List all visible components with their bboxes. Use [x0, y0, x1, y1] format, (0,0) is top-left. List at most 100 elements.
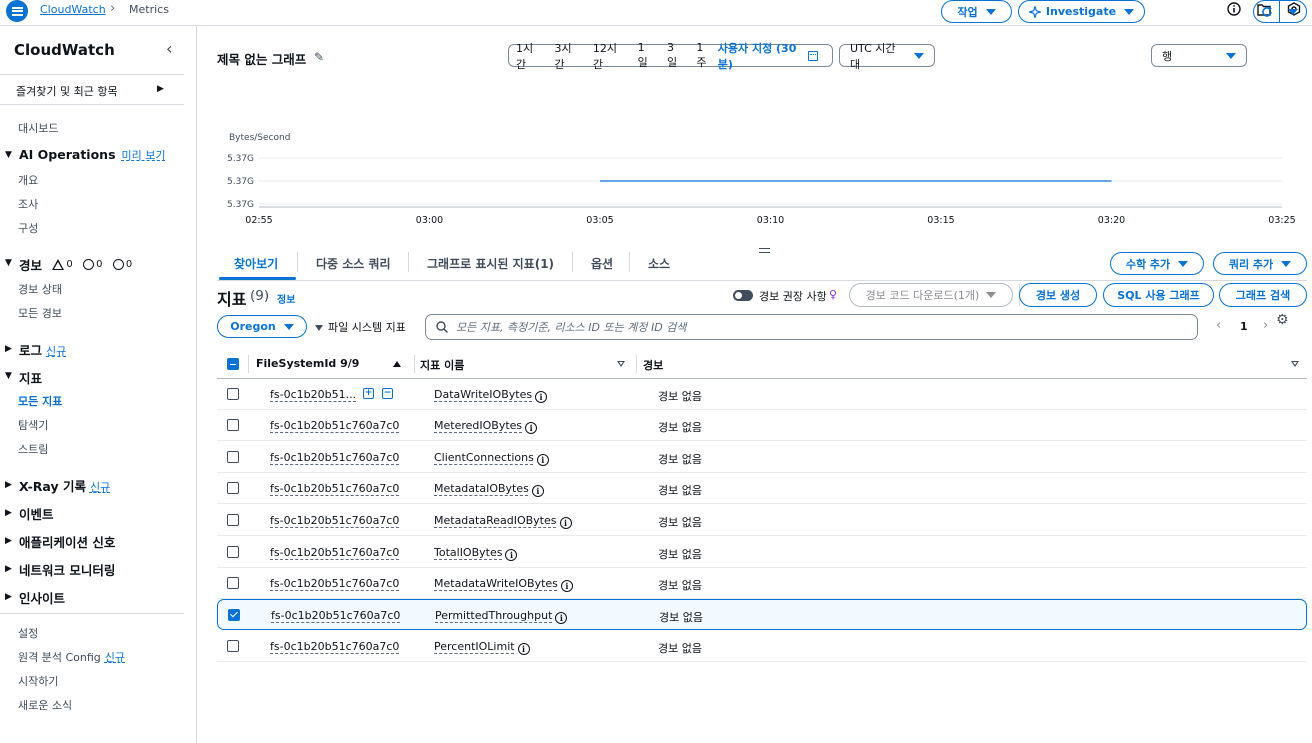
metric-name-link[interactable]: PercentIOLimit i	[434, 640, 530, 655]
sort-icon[interactable]	[1291, 361, 1299, 367]
calendar-icon[interactable]	[807, 50, 818, 61]
sidebar-item-getting-started[interactable]: 시작하기	[18, 673, 58, 689]
region-select[interactable]: Oregon	[217, 315, 307, 338]
tab-multi-source-query[interactable]: 다중 소스 쿼리	[316, 255, 391, 272]
sidebar-group-alarms[interactable]: 경보 0 0 0	[19, 255, 132, 274]
create-alarm-button[interactable]: 경보 생성	[1019, 283, 1097, 307]
collapse-sidebar-icon[interactable]: ‹	[166, 39, 172, 58]
filesystem-id-link[interactable]: fs-0c1b20b51c760a7c0	[270, 577, 399, 590]
row-checkbox[interactable]	[227, 451, 239, 463]
sidebar-group-xray[interactable]: X-Ray 기록 신규	[19, 476, 110, 495]
table-row[interactable]: fs-0c1b20b51c760a7c0 MetadataWriteIOBytes…	[217, 568, 1307, 599]
table-row[interactable]: fs-0c1b20b51c760a7c0 MetadataReadIOBytes i…	[217, 505, 1307, 536]
info-icon[interactable]: i	[536, 454, 549, 466]
time-range-12h[interactable]: 12시간	[593, 40, 624, 72]
exclude-dimension-filter-icon[interactable]: −	[382, 388, 393, 399]
sidebar-item-alarm-state[interactable]: 경보 상태	[18, 281, 62, 297]
metric-name-link[interactable]: MetadataWriteIOBytes i	[434, 577, 573, 592]
add-query-button[interactable]: 쿼리 추가	[1213, 252, 1307, 275]
tab-browse[interactable]: 찾아보기	[234, 255, 278, 272]
row-checkbox[interactable]	[227, 640, 239, 652]
info-icon[interactable]: i	[531, 485, 544, 497]
breadcrumb-cloudwatch-link[interactable]: CloudWatch	[40, 3, 106, 16]
sidebar-group-metrics[interactable]: 지표	[19, 368, 42, 387]
caret-right-icon[interactable]: ▶	[5, 564, 12, 574]
metric-name-link[interactable]: PermittedThroughput i	[435, 609, 568, 624]
time-range-3d[interactable]: 3일	[667, 41, 682, 70]
table-row[interactable]: fs-0c1b20b51c760a7c0 MeteredIOBytes i 경보 없음	[217, 410, 1307, 441]
table-row[interactable]: fs-0c1b20b51c760a7c0 TotalIOBytes i 경보 없음	[217, 537, 1307, 568]
edit-title-icon[interactable]: ✎	[314, 50, 324, 64]
sidebar-item-investigations[interactable]: 조사	[18, 196, 38, 212]
sidebar-item-overview[interactable]: 개요	[18, 172, 38, 188]
time-range-1w[interactable]: 1주	[696, 41, 711, 70]
search-input[interactable]	[456, 320, 1156, 334]
metric-name-link[interactable]: MetadataIOBytes i	[434, 482, 544, 497]
menu-icon[interactable]	[6, 0, 28, 22]
alarm-recommendations-toggle[interactable]	[733, 290, 753, 301]
sidebar-group-logs[interactable]: 로그 신규	[19, 340, 66, 359]
investigate-button[interactable]: Investigate	[1018, 0, 1145, 23]
filesystem-id-link[interactable]: fs-0c1b20b51...	[270, 388, 356, 401]
previous-page-icon[interactable]: ‹	[1216, 318, 1221, 333]
row-checkbox[interactable]	[227, 577, 239, 589]
tab-source[interactable]: 소스	[648, 255, 670, 272]
filesystem-id-link[interactable]: fs-0c1b20b51c760a7c0	[270, 514, 399, 527]
refresh-options-dropdown[interactable]	[1280, 8, 1306, 15]
refresh-icon[interactable]	[1254, 1, 1280, 22]
filesystem-id-link[interactable]: fs-0c1b20b51c760a7c0	[270, 640, 399, 653]
sidebar-item-telemetry-config[interactable]: 원격 분석 Config 신규	[18, 649, 125, 665]
info-icon[interactable]: i	[535, 391, 548, 403]
info-icon[interactable]: i	[517, 643, 530, 655]
filesystem-id-link[interactable]: fs-0c1b20b51c760a7c0	[270, 419, 399, 432]
sidebar-item-all-metrics[interactable]: 모든 지표	[18, 393, 62, 409]
info-link[interactable]: 정보	[277, 291, 295, 306]
time-range-1h[interactable]: 1시간	[516, 40, 540, 72]
info-icon[interactable]: i	[560, 580, 573, 592]
sidebar-group-network-monitoring[interactable]: 네트워크 모니터링	[19, 560, 115, 579]
column-header-filesystemid[interactable]: FileSystemId 9/9	[256, 357, 359, 370]
sidebar-item-favorites[interactable]: 즐겨찾기 및 최근 항목	[16, 83, 118, 99]
table-row[interactable]: fs-0c1b20b51c760a7c0 MetadataIOBytes i 경보 없…	[217, 473, 1307, 504]
column-header-metric-name[interactable]: 지표 이름	[420, 357, 464, 373]
select-all-checkbox[interactable]	[227, 358, 239, 370]
caret-right-icon[interactable]: ▶	[5, 508, 12, 518]
sidebar-item-whats-new[interactable]: 새로운 소식	[18, 697, 72, 713]
sidebar-group-application-signals[interactable]: 애플리케이션 신호	[19, 532, 115, 551]
add-math-button[interactable]: 수학 추가	[1110, 252, 1204, 275]
row-checkbox[interactable]	[227, 388, 239, 400]
caret-right-icon[interactable]: ▶	[5, 344, 12, 354]
filesystem-id-link[interactable]: fs-0c1b20b51c760a7c0	[270, 451, 399, 464]
row-checkbox[interactable]	[228, 609, 240, 621]
current-page[interactable]: 1	[1240, 320, 1248, 333]
row-checkbox[interactable]	[227, 419, 239, 431]
table-row[interactable]: fs-0c1b20b51c760a7c0 ClientConnections i 경보…	[217, 442, 1307, 473]
row-checkbox[interactable]	[227, 482, 239, 494]
table-row[interactable]: fs-0c1b20b51c760a7c0 PermittedThroughput i…	[217, 599, 1307, 630]
metric-name-link[interactable]: MetadataReadIOBytes i	[434, 514, 572, 529]
metric-name-link[interactable]: TotalIOBytes i	[434, 546, 518, 561]
metric-name-link[interactable]: ClientConnections i	[434, 451, 549, 466]
caret-right-icon[interactable]: ▶	[5, 592, 12, 602]
caret-down-icon[interactable]: ▼	[5, 258, 12, 268]
sidebar-item-all-alarms[interactable]: 모든 경보	[18, 305, 62, 321]
row-checkbox[interactable]	[227, 514, 239, 526]
info-icon[interactable]: i	[559, 517, 572, 529]
next-page-icon[interactable]: ›	[1263, 318, 1268, 333]
namespace-filter-toggle[interactable]: 파일 시스템 지표	[315, 319, 406, 335]
sort-ascending-icon[interactable]	[393, 361, 401, 367]
info-icon[interactable]	[1226, 1, 1242, 17]
table-row[interactable]: fs-0c1b20b51c760a7c0 PercentIOLimit i 경보 없음	[217, 631, 1307, 662]
info-icon[interactable]: i	[525, 422, 538, 434]
view-select[interactable]: 행	[1151, 44, 1247, 67]
sidebar-item-configuration[interactable]: 구성	[18, 220, 38, 236]
sidebar-item-explorer[interactable]: 탐색기	[18, 417, 48, 433]
sidebar-group-ai-operations[interactable]: AI Operations 미리 보기	[19, 147, 166, 163]
filesystem-id-link[interactable]: fs-0c1b20b51c760a7c0	[271, 609, 400, 622]
filesystem-id-link[interactable]: fs-0c1b20b51c760a7c0	[270, 482, 399, 495]
actions-button[interactable]: 작업	[941, 0, 1012, 23]
sidebar-item-dashboards[interactable]: 대시보드	[18, 120, 58, 136]
info-icon[interactable]: i	[505, 549, 518, 561]
download-alarm-code-button[interactable]: 경보 코드 다운로드(1개)	[849, 283, 1013, 307]
tab-options[interactable]: 옵션	[591, 255, 613, 272]
